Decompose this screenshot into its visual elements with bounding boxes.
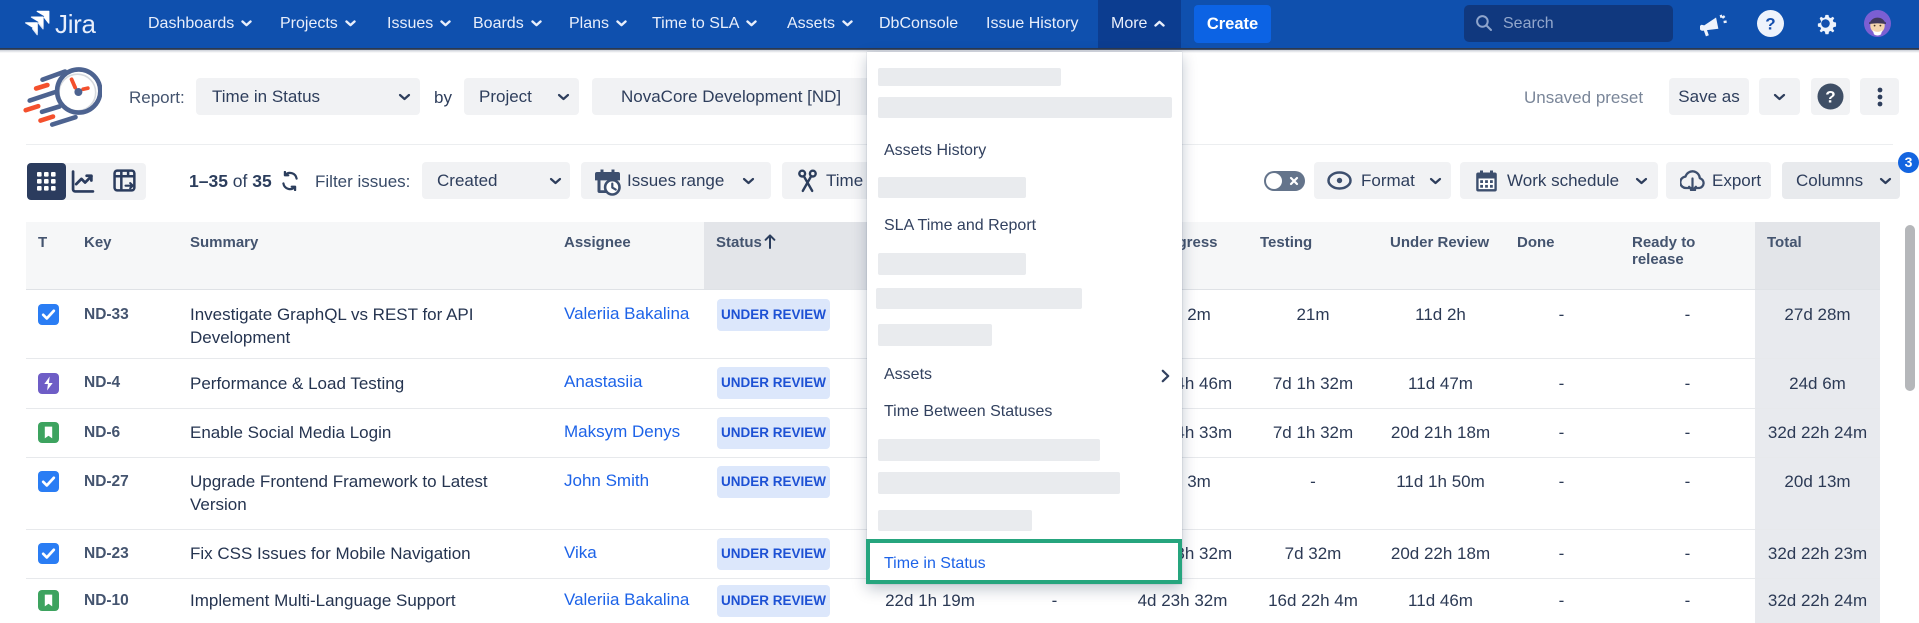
svg-text:?: ?: [1765, 15, 1775, 34]
svg-text:?: ?: [1825, 88, 1835, 107]
